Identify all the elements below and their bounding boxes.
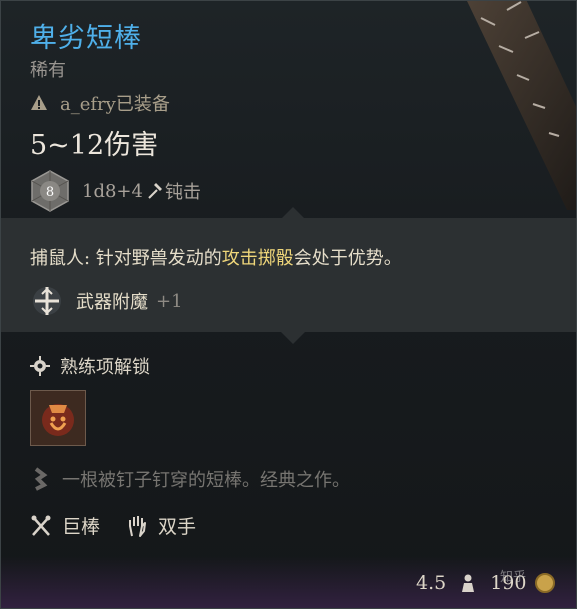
warning-icon xyxy=(31,95,47,110)
damage-dice-row: 8 1d8+4 钝击 xyxy=(30,170,201,212)
description-icon xyxy=(34,467,48,491)
d8-dice-icon: 8 xyxy=(31,170,69,212)
enchant-label: 武器附魔 xyxy=(76,292,148,313)
passive-text: 捕鼠人: 针对野兽发动的 xyxy=(30,248,222,269)
weight-icon xyxy=(462,574,475,592)
svg-text:8: 8 xyxy=(46,185,54,200)
weapon-properties: 巨棒 双手 xyxy=(30,512,196,539)
gear-icon xyxy=(30,356,50,376)
damage-range: 5~12伤害 xyxy=(30,130,159,161)
item-weight: 4.5 xyxy=(416,572,447,594)
item-rarity: 稀有 xyxy=(30,60,66,81)
passive-suffix: 会处于优势。 xyxy=(293,248,402,269)
proficiency-unlock: 熟练项解锁 xyxy=(30,353,150,379)
lacerate-action-icon xyxy=(31,391,85,445)
gold-coin-icon xyxy=(535,573,556,593)
weapon-enchantment: 武器附魔 +1 xyxy=(30,284,183,318)
item-tooltip: 卑劣短棒 稀有 a_efry已装备 5~12伤害 8 1d8+4 钝击 捕鼠人:… xyxy=(0,0,577,609)
crossed-clubs-icon xyxy=(31,515,51,536)
hand-icon xyxy=(129,515,147,537)
blunt-damage-icon xyxy=(148,183,162,199)
passive-ability: 捕鼠人: 针对野兽发动的攻击掷骰会处于优势。 xyxy=(30,244,402,270)
spiked-club-art xyxy=(466,0,577,210)
enchantment-icon xyxy=(33,287,61,315)
proficiency-action-tile[interactable] xyxy=(30,390,86,446)
property-twohanded-label: 双手 xyxy=(158,516,197,538)
description-text: 一根被钉子钉穿的短棒。经典之作。 xyxy=(62,470,350,491)
item-description: 一根被钉子钉穿的短棒。经典之作。 xyxy=(30,466,350,492)
proficiency-label: 熟练项解锁 xyxy=(60,357,150,378)
dice-roll: 1d8+4 xyxy=(82,180,143,202)
property-versatile-label: 巨棒 xyxy=(62,516,101,538)
equipped-label: a_efry已装备 xyxy=(60,94,170,115)
equipped-status: a_efry已装备 xyxy=(30,90,170,116)
band-bottom-notch xyxy=(281,332,305,344)
item-name: 卑劣短棒 xyxy=(30,23,142,54)
watermark: 知乎 xyxy=(500,570,527,585)
passive-highlight: 攻击掷骰 xyxy=(221,248,294,269)
weight-price-row: 4.5 190 xyxy=(416,572,556,594)
damage-type: 钝击 xyxy=(164,182,201,203)
enchant-value: +1 xyxy=(156,290,183,312)
